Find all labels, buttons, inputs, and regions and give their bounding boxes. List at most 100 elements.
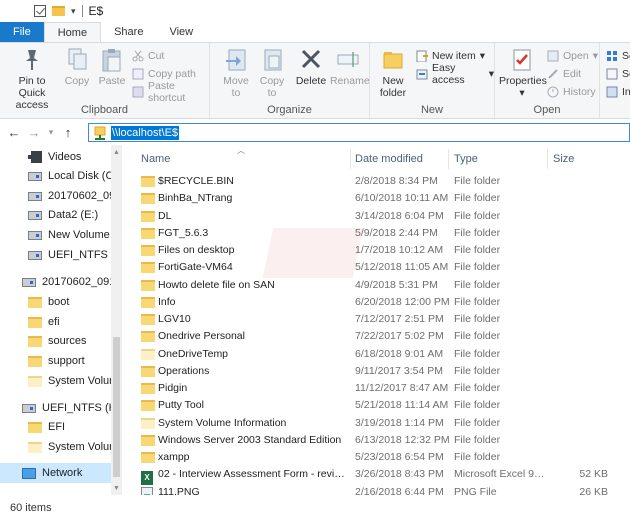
nav-item-data2-e[interactable]: Data2 (E:) [28, 205, 98, 225]
pin-to-quick-access-button[interactable]: Pin to Quick access [4, 47, 60, 111]
rename-button[interactable]: Rename [330, 47, 370, 87]
network-share-icon [93, 126, 107, 140]
up-arrow-icon[interactable]: ↑ [58, 125, 78, 140]
pin-icon [20, 47, 44, 73]
folder-icon [141, 296, 155, 308]
column-header-name[interactable]: Name [141, 151, 170, 167]
file-row[interactable]: FGT_5.6.3 5/9/2018 2:44 PM File folder [124, 225, 630, 242]
folder-icon [141, 279, 155, 291]
file-name: Info [158, 295, 176, 308]
clipboard-group-label: Clipboard [80, 104, 129, 116]
file-row[interactable]: 111.PNG 2/16/2018 6:44 PM PNG File 26 KB [124, 484, 630, 496]
file-name: xampp [158, 451, 190, 463]
column-divider[interactable] [350, 149, 351, 169]
new-folder-label-1: New [382, 75, 404, 87]
file-row[interactable]: BinhBa_NTrang 6/10/2018 10:11 AM File fold… [124, 190, 630, 207]
nav-item-uefi-ntfs-h[interactable]: UEFI_NTFS (H:) [28, 245, 122, 265]
scroll-up-icon[interactable]: ▲ [113, 149, 120, 156]
file-row[interactable]: Files on desktop 1/7/2018 10:12 AM File fo… [124, 242, 630, 259]
sort-ascending-icon: ︿ [237, 146, 245, 155]
delete-button[interactable]: Delete [294, 47, 328, 87]
select-all-button[interactable]: Se [606, 47, 630, 65]
nav-item-efi[interactable]: efi [28, 312, 60, 332]
select-none-button[interactable]: Se [606, 65, 630, 83]
file-row[interactable]: Pidgin 11/12/2017 8:47 AM File folder [124, 380, 630, 397]
tab-home[interactable]: Home [43, 22, 102, 42]
nav-item-support[interactable]: support [28, 351, 85, 371]
new-folder-button[interactable]: New folder [376, 47, 410, 99]
nav-item-uefi-ntfs-h-usb[interactable]: UEFI_NTFS (H:) [22, 398, 122, 418]
recent-locations-icon[interactable]: ▾ [44, 127, 58, 138]
column-header-type[interactable]: Type [454, 151, 478, 167]
scroll-down-icon[interactable]: ▼ [113, 485, 120, 492]
tab-view[interactable]: View [156, 22, 206, 42]
tab-share[interactable]: Share [101, 22, 156, 42]
address-path[interactable]: \\localhost\E$ [111, 125, 180, 140]
invert-selection-button[interactable]: In [606, 83, 630, 101]
tab-file[interactable]: File [0, 22, 44, 42]
quick-access-dropdown-icon[interactable]: ▾ [71, 6, 76, 17]
file-date: 2/8/2018 8:34 PM [355, 175, 438, 187]
file-row[interactable]: DL 3/14/2018 6:04 PM File folder [124, 208, 630, 225]
file-row[interactable]: Howto delete file on SAN 4/9/2018 5:31 PM… [124, 277, 630, 294]
file-name: System Volume Information [158, 416, 287, 429]
delete-label: Delete [295, 75, 327, 87]
file-row[interactable]: Putty Tool 5/21/2018 11:14 AM File folder [124, 397, 630, 414]
nav-item-videos[interactable]: Videos [28, 147, 81, 167]
column-divider[interactable] [547, 149, 548, 169]
file-date: 3/26/2018 8:43 PM [355, 468, 444, 481]
file-row[interactable]: Info 6/20/2018 12:00 PM File folder [124, 294, 630, 311]
nav-item-system-volume-1[interactable]: System Volume [28, 371, 122, 391]
file-row[interactable]: OneDriveTemp 6/18/2018 9:01 AM File folder [124, 346, 630, 363]
scrollbar-thumb[interactable] [113, 337, 120, 477]
file-size: 26 KB [579, 485, 608, 496]
nav-item-20170602-drive[interactable]: 20170602_09162 [28, 186, 122, 206]
file-row[interactable]: X 02 - Interview Assessment Form - revise… [124, 466, 630, 486]
copy-button[interactable]: Copy [62, 47, 92, 87]
new-folder-icon[interactable] [52, 6, 65, 16]
nav-item-boot[interactable]: boot [28, 292, 69, 312]
nav-pane-scrollbar[interactable]: ▲ ▼ [111, 145, 122, 495]
nav-item-new-volume-f[interactable]: New Volume (F [28, 225, 122, 245]
copy-to-button[interactable]: Copy to [256, 47, 288, 99]
window-title: E$ [88, 4, 104, 18]
easy-access-icon [416, 68, 428, 80]
back-arrow-icon[interactable]: ← [4, 125, 24, 140]
cut-button[interactable]: Cut [132, 47, 164, 65]
properties-check-icon[interactable] [34, 5, 46, 17]
nav-item-efi-upper[interactable]: EFI [28, 417, 65, 437]
file-row[interactable]: Onedrive Personal 7/22/2017 5:02 PM File f… [124, 328, 630, 345]
file-row[interactable]: LGV10 7/12/2017 2:51 PM File folder [124, 311, 630, 328]
folder-icon [28, 296, 42, 308]
file-row[interactable]: xampp 5/23/2018 6:54 PM File folder [124, 449, 630, 466]
file-size: 52 KB [579, 468, 608, 481]
paste-button[interactable]: Paste [96, 47, 128, 87]
file-name: Pidgin [158, 382, 188, 394]
file-row[interactable]: $RECYCLE.BIN 2/8/2018 8:34 PM File folder [124, 173, 630, 190]
column-divider[interactable] [448, 149, 449, 169]
nav-item-local-disk-c[interactable]: Local Disk (C:) [28, 166, 120, 186]
nav-item-system-volume-2[interactable]: System Volume [28, 437, 122, 457]
file-row[interactable]: Operations 9/11/2017 3:54 PM File folder [124, 363, 630, 380]
address-bar[interactable]: \\localhost\E$ [88, 123, 630, 142]
easy-access-button[interactable]: Easy access ▾ [416, 62, 494, 86]
cut-label: Cut [148, 50, 165, 62]
column-header-date[interactable]: Date modified [355, 151, 423, 167]
history-button[interactable]: History [547, 83, 596, 101]
nav-item-sources[interactable]: sources [28, 331, 87, 351]
file-row[interactable]: FortiGate-VM64 5/12/2018 11:05 AM File fol… [124, 259, 630, 276]
clipboard-group: Pin to Quick access Copy Paste Cut Copy … [0, 43, 210, 119]
open-button[interactable]: Open ▾ [547, 47, 598, 65]
forward-arrow-icon[interactable]: → [24, 125, 44, 140]
folder-icon [141, 262, 155, 274]
file-row[interactable]: System Volume Information 3/19/2018 1:14 … [124, 415, 630, 432]
nav-item-20170602-usb[interactable]: 20170602_091627 [22, 272, 122, 292]
nav-item-network[interactable]: Network [0, 463, 111, 483]
edit-button[interactable]: Edit [547, 65, 581, 83]
column-header-size[interactable]: Size [553, 151, 574, 167]
properties-button[interactable]: Properties ▾ [499, 47, 547, 99]
file-type: File folder [454, 175, 501, 187]
paste-shortcut-button[interactable]: Paste shortcut [132, 80, 209, 104]
move-to-button[interactable]: Move to [220, 47, 252, 99]
file-row[interactable]: Windows Server 2003 Standard Edition 6/13… [124, 432, 630, 449]
